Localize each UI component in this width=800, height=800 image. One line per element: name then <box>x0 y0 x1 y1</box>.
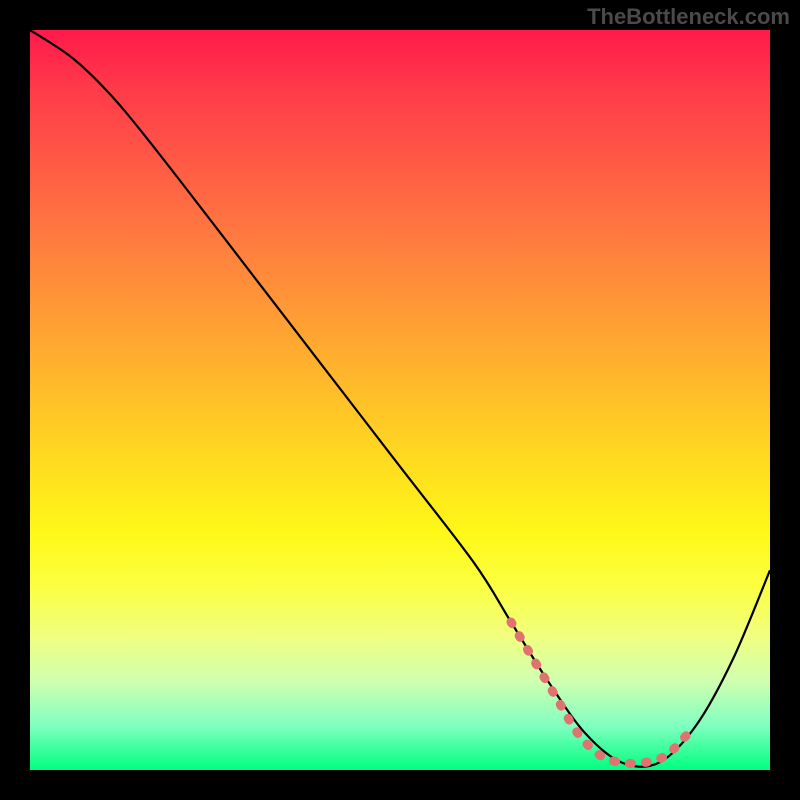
highlight-segment <box>511 622 689 764</box>
watermark-text: TheBottleneck.com <box>587 4 790 30</box>
main-curve <box>30 30 770 767</box>
chart-svg <box>30 30 770 770</box>
plot-area <box>30 30 770 770</box>
